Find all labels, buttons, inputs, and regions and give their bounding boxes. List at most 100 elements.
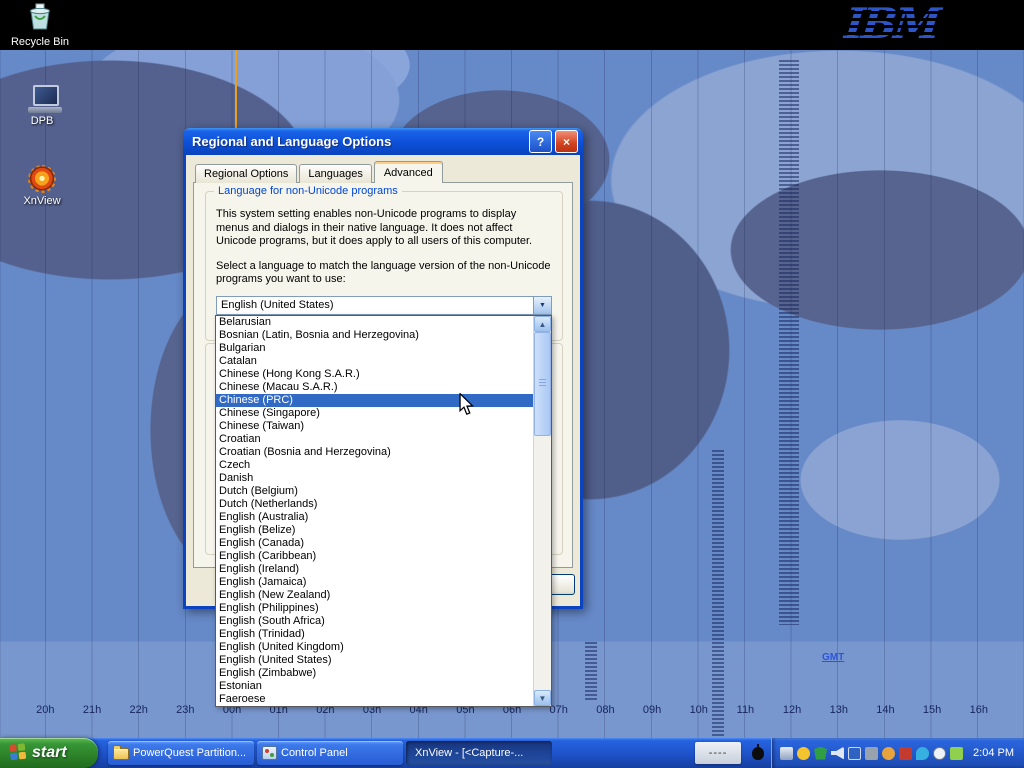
- language-option[interactable]: Estonian: [216, 680, 533, 693]
- language-option[interactable]: English (Canada): [216, 537, 533, 550]
- hour-label: 22h: [115, 704, 162, 716]
- hour-label: 12h: [769, 704, 816, 716]
- dialog-title: Regional and Language Options: [192, 134, 526, 149]
- ibm-logo-stripes: [845, 0, 938, 50]
- desktop-screen: Recycle Bin IBM GMT 20h21h22h23h00h01h02…: [0, 0, 1024, 768]
- language-option[interactable]: English (Caribbean): [216, 550, 533, 563]
- timezone-marker-line: [235, 50, 237, 133]
- topbar: Recycle Bin IBM: [0, 0, 1024, 50]
- usb-icon[interactable]: [865, 747, 878, 760]
- language-option[interactable]: Chinese (Taiwan): [216, 420, 533, 433]
- hour-label: 14h: [862, 704, 909, 716]
- taskbar-button[interactable]: Control Panel: [257, 741, 403, 765]
- recycle-bin-icon: [27, 3, 53, 34]
- scheduler-icon[interactable]: [933, 747, 946, 760]
- timezone-hatch-band: [712, 450, 724, 736]
- start-button[interactable]: start: [0, 738, 98, 768]
- volume-icon[interactable]: [831, 747, 844, 760]
- power-icon[interactable]: [797, 747, 810, 760]
- language-option[interactable]: English (Jamaica): [216, 576, 533, 589]
- scroll-up-icon[interactable]: ▲: [534, 316, 551, 332]
- taskbar-button[interactable]: XnView - [<Capture-...: [406, 741, 552, 765]
- update-icon[interactable]: [882, 747, 895, 760]
- language-option[interactable]: Dutch (Belgium): [216, 485, 533, 498]
- hour-label: 10h: [675, 704, 722, 716]
- desktop-icon-dpb[interactable]: DPB: [10, 85, 74, 127]
- language-option[interactable]: Dutch (Netherlands): [216, 498, 533, 511]
- language-option[interactable]: Chinese (Hong Kong S.A.R.): [216, 368, 533, 381]
- language-option[interactable]: English (Trinidad): [216, 628, 533, 641]
- language-option[interactable]: Belarusian: [216, 316, 533, 329]
- taskbar-dashes-button[interactable]: ----: [695, 742, 741, 764]
- hour-label: 08h: [582, 704, 629, 716]
- language-option[interactable]: English (Australia): [216, 511, 533, 524]
- language-option[interactable]: Danish: [216, 472, 533, 485]
- desktop-icon-recycle-bin[interactable]: Recycle Bin: [8, 3, 72, 48]
- dialog-tabs: Regional OptionsLanguagesAdvanced: [193, 161, 573, 183]
- language-option[interactable]: Chinese (PRC): [216, 394, 533, 407]
- taskbar-button-label: Control Panel: [281, 747, 398, 759]
- dpb-label: DPB: [31, 115, 54, 127]
- firewall-icon[interactable]: [899, 747, 912, 760]
- scrollbar-track[interactable]: [534, 332, 551, 690]
- language-option[interactable]: Czech: [216, 459, 533, 472]
- language-option[interactable]: English (New Zealand): [216, 589, 533, 602]
- system-tray: 2:04 PM: [771, 738, 1024, 768]
- description-text-1: This system setting enables non-Unicode …: [216, 208, 552, 249]
- dialog-titlebar[interactable]: Regional and Language Options ? ×: [183, 128, 583, 155]
- close-button[interactable]: ×: [555, 130, 578, 153]
- windows-flag-icon: [9, 743, 27, 763]
- laptop-icon: [28, 85, 56, 113]
- dialog-tab[interactable]: Languages: [299, 164, 371, 183]
- language-option[interactable]: Catalan: [216, 355, 533, 368]
- description-text-2: Select a language to match the language …: [216, 260, 552, 287]
- network-icon[interactable]: [780, 747, 793, 760]
- language-option[interactable]: Croatian: [216, 433, 533, 446]
- hour-label: 23h: [162, 704, 209, 716]
- taskbar: start PowerQuest Partition... Control Pa…: [0, 738, 1024, 768]
- battery-icon[interactable]: [950, 747, 963, 760]
- taskbar-button-label: XnView - [<Capture-...: [415, 747, 547, 759]
- language-option[interactable]: English (Belize): [216, 524, 533, 537]
- dialog-tab[interactable]: Regional Options: [195, 164, 297, 183]
- language-option[interactable]: Chinese (Macau S.A.R.): [216, 381, 533, 394]
- language-combobox[interactable]: English (United States) ▼: [216, 296, 552, 315]
- start-button-label: start: [32, 744, 67, 762]
- dialog-tab[interactable]: Advanced: [374, 161, 443, 183]
- language-option[interactable]: English (Zimbabwe): [216, 667, 533, 680]
- taskbar-dark-app-button[interactable]: [745, 741, 771, 765]
- messenger-icon[interactable]: [916, 747, 929, 760]
- language-option[interactable]: English (United States): [216, 654, 533, 667]
- timezone-hatch-band: [585, 642, 597, 702]
- hour-label: 11h: [722, 704, 769, 716]
- taskbar-button[interactable]: PowerQuest Partition...: [108, 741, 254, 765]
- dark-app-icon: [752, 747, 764, 760]
- language-option[interactable]: Bosnian (Latin, Bosnia and Herzegovina): [216, 329, 533, 342]
- language-option[interactable]: English (Ireland): [216, 563, 533, 576]
- language-option[interactable]: English (United Kingdom): [216, 641, 533, 654]
- language-dropdown-popup: BelarusianBosnian (Latin, Bosnia and Her…: [215, 315, 552, 707]
- language-list: BelarusianBosnian (Latin, Bosnia and Her…: [216, 316, 533, 706]
- shield-icon[interactable]: [814, 747, 827, 760]
- language-option[interactable]: English (South Africa): [216, 615, 533, 628]
- language-option[interactable]: Chinese (Singapore): [216, 407, 533, 420]
- display-icon[interactable]: [848, 747, 861, 760]
- help-button[interactable]: ?: [529, 130, 552, 153]
- language-option[interactable]: Faeroese: [216, 693, 533, 706]
- language-option[interactable]: Croatian (Bosnia and Herzegovina): [216, 446, 533, 459]
- folder-icon: [113, 748, 129, 760]
- scrollbar-thumb[interactable]: [534, 332, 551, 436]
- language-option[interactable]: English (Philippines): [216, 602, 533, 615]
- taskbar-clock: 2:04 PM: [973, 747, 1014, 759]
- scroll-down-icon[interactable]: ▼: [534, 690, 551, 706]
- taskbar-button-label: PowerQuest Partition...: [133, 747, 249, 759]
- xnview-icon: [28, 165, 56, 193]
- language-option[interactable]: Bulgarian: [216, 342, 533, 355]
- list-scrollbar[interactable]: ▲ ▼: [533, 316, 551, 706]
- hour-label: 13h: [815, 704, 862, 716]
- chevron-down-icon[interactable]: ▼: [533, 297, 551, 314]
- hour-label: 20h: [22, 704, 69, 716]
- hour-label: 16h: [955, 704, 1002, 716]
- desktop-icon-xnview[interactable]: XnView: [10, 165, 74, 207]
- mouse-cursor-icon: [458, 393, 476, 420]
